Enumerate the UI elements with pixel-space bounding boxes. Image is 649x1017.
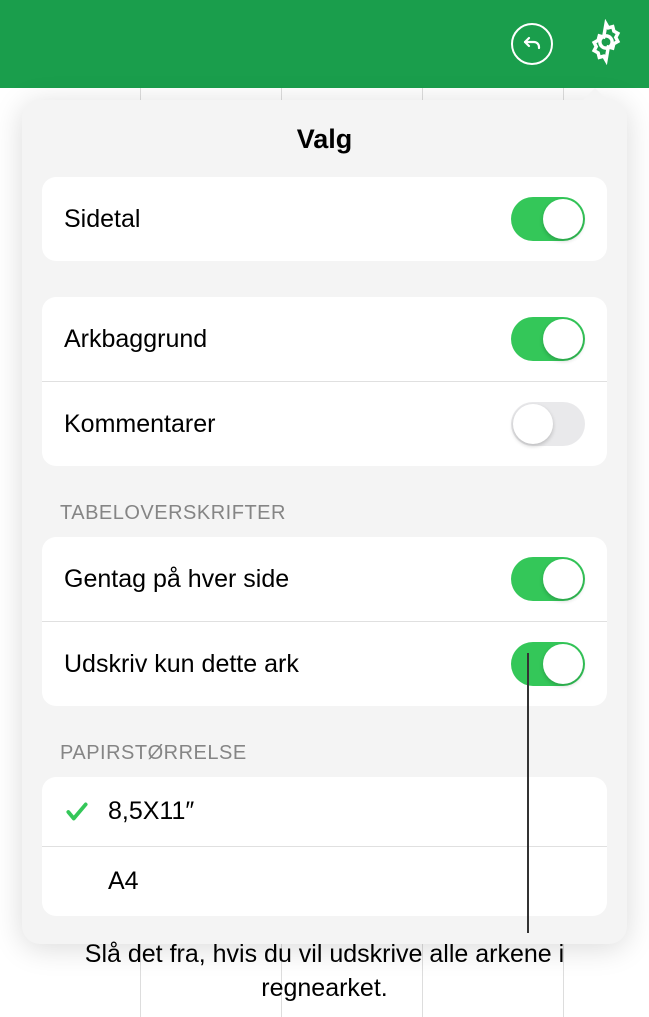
row-kommentarer: Kommentarer	[42, 381, 607, 466]
row-letter[interactable]: 8,5X11″	[42, 777, 607, 846]
row-sidetal: Sidetal	[42, 177, 607, 261]
label-letter: 8,5X11″	[108, 797, 194, 826]
popover-arrow	[581, 88, 609, 102]
callout-line	[527, 653, 529, 933]
section-paper-size: 8,5X11″ A4	[42, 777, 607, 916]
popover-title: Valg	[22, 100, 627, 177]
top-toolbar	[0, 0, 649, 88]
row-a4[interactable]: A4	[42, 846, 607, 916]
checkmark-icon	[64, 799, 90, 825]
label-udskriv-kun: Udskriv kun dette ark	[64, 650, 299, 679]
section-page-numbers: Sidetal	[42, 177, 607, 261]
row-arkbaggrund: Arkbaggrund	[42, 297, 607, 381]
toggle-arkbaggrund[interactable]	[511, 317, 585, 361]
undo-icon[interactable]	[511, 23, 553, 65]
toggle-kommentarer[interactable]	[511, 402, 585, 446]
gear-icon[interactable]	[583, 19, 629, 70]
row-gentag: Gentag på hver side	[42, 537, 607, 621]
label-gentag: Gentag på hver side	[64, 565, 289, 594]
section-table-headers: Gentag på hver side Udskriv kun dette ar…	[42, 537, 607, 706]
header-tabeloverskrifter: TABELOVERSKRIFTER	[60, 502, 589, 525]
toggle-gentag[interactable]	[511, 557, 585, 601]
row-udskriv-kun: Udskriv kun dette ark	[42, 621, 607, 706]
label-a4: A4	[108, 867, 139, 896]
label-kommentarer: Kommentarer	[64, 410, 215, 439]
options-popover: Valg Sidetal Arkbaggrund Kommentarer TAB…	[22, 100, 627, 944]
toggle-sidetal[interactable]	[511, 197, 585, 241]
header-papirst: PAPIRSTØRRELSE	[60, 742, 589, 765]
section-background-comments: Arkbaggrund Kommentarer	[42, 297, 607, 466]
label-sidetal: Sidetal	[64, 205, 140, 234]
label-arkbaggrund: Arkbaggrund	[64, 325, 207, 354]
toggle-udskriv-kun[interactable]	[511, 642, 585, 686]
callout-text: Slå det fra, hvis du vil udskrive alle a…	[0, 938, 649, 1006]
